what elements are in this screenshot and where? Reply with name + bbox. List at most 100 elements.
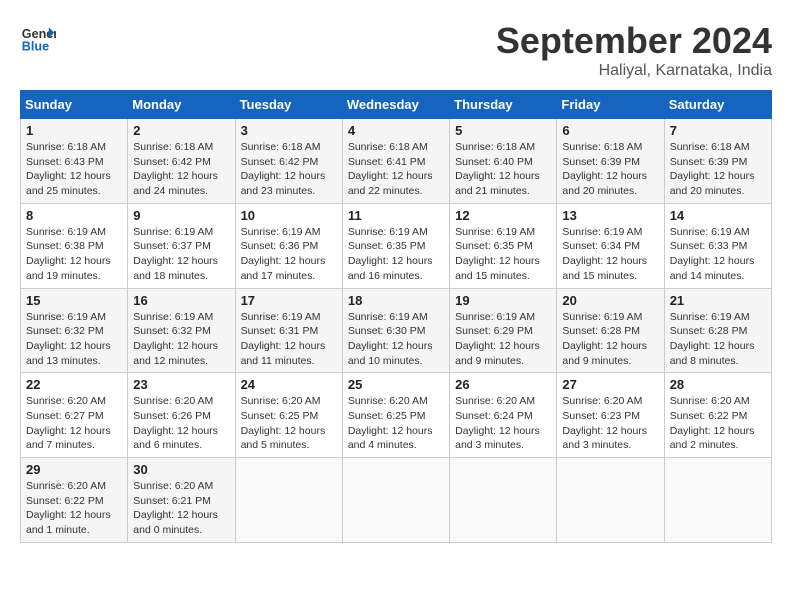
day-number: 3 — [241, 123, 337, 138]
day-number: 27 — [562, 377, 658, 392]
calendar-day-cell: 2 Sunrise: 6:18 AM Sunset: 6:42 PM Daylig… — [128, 119, 235, 204]
day-info: Sunrise: 6:19 AM Sunset: 6:37 PM Dayligh… — [133, 225, 229, 284]
day-info: Sunrise: 6:20 AM Sunset: 6:21 PM Dayligh… — [133, 479, 229, 538]
calendar-day-cell: 12Sunrise: 6:19 AM Sunset: 6:35 PM Dayli… — [450, 203, 557, 288]
calendar-day-cell: 11 Sunrise: 6:19 AM Sunset: 6:35 PM Dayli… — [342, 203, 449, 288]
calendar-day-cell — [664, 458, 771, 543]
day-info: Sunrise: 6:18 AM Sunset: 6:39 PM Dayligh… — [670, 140, 766, 199]
day-number: 21 — [670, 293, 766, 308]
day-info: Sunrise: 6:20 AM Sunset: 6:25 PM Dayligh… — [348, 394, 444, 453]
calendar-day-cell: 27Sunrise: 6:20 AM Sunset: 6:23 PM Dayli… — [557, 373, 664, 458]
day-number: 19 — [455, 293, 551, 308]
calendar-day-cell: 22 Sunrise: 6:20 AM Sunset: 6:27 PM Dayli… — [21, 373, 128, 458]
day-number: 11 — [348, 208, 444, 223]
day-number: 2 — [133, 123, 229, 138]
day-info: Sunrise: 6:20 AM Sunset: 6:24 PM Dayligh… — [455, 394, 551, 453]
day-number: 5 — [455, 123, 551, 138]
day-info: Sunrise: 6:20 AM Sunset: 6:27 PM Dayligh… — [26, 394, 122, 453]
calendar-day-cell: 8Sunrise: 6:19 AM Sunset: 6:38 PM Daylig… — [21, 203, 128, 288]
month-title: September 2024 — [496, 20, 772, 62]
day-number: 28 — [670, 377, 766, 392]
day-info: Sunrise: 6:19 AM Sunset: 6:31 PM Dayligh… — [241, 310, 337, 369]
day-info: Sunrise: 6:19 AM Sunset: 6:29 PM Dayligh… — [455, 310, 551, 369]
calendar-day-cell: 19 Sunrise: 6:19 AM Sunset: 6:29 PM Dayli… — [450, 288, 557, 373]
weekday-header-cell: Wednesday — [342, 91, 449, 119]
calendar-week-row: 22 Sunrise: 6:20 AM Sunset: 6:27 PM Dayli… — [21, 373, 772, 458]
day-number: 22 — [26, 377, 122, 392]
day-number: 24 — [241, 377, 337, 392]
calendar-day-cell: 5Sunrise: 6:18 AM Sunset: 6:40 PM Daylig… — [450, 119, 557, 204]
title-block: September 2024 Haliyal, Karnataka, India — [496, 20, 772, 80]
weekday-header-cell: Sunday — [21, 91, 128, 119]
day-number: 7 — [670, 123, 766, 138]
calendar-day-cell — [342, 458, 449, 543]
day-number: 6 — [562, 123, 658, 138]
day-info: Sunrise: 6:19 AM Sunset: 6:38 PM Dayligh… — [26, 225, 122, 284]
day-info: Sunrise: 6:18 AM Sunset: 6:42 PM Dayligh… — [241, 140, 337, 199]
day-info: Sunrise: 6:18 AM Sunset: 6:42 PM Dayligh… — [133, 140, 229, 199]
day-number: 13 — [562, 208, 658, 223]
calendar-week-row: 29 Sunrise: 6:20 AM Sunset: 6:22 PM Dayli… — [21, 458, 772, 543]
day-number: 9 — [133, 208, 229, 223]
day-info: Sunrise: 6:19 AM Sunset: 6:33 PM Dayligh… — [670, 225, 766, 284]
logo: General Blue — [20, 20, 56, 56]
calendar-day-cell: 3 Sunrise: 6:18 AM Sunset: 6:42 PM Daylig… — [235, 119, 342, 204]
weekday-header-row: SundayMondayTuesdayWednesdayThursdayFrid… — [21, 91, 772, 119]
day-info: Sunrise: 6:19 AM Sunset: 6:36 PM Dayligh… — [241, 225, 337, 284]
day-info: Sunrise: 6:18 AM Sunset: 6:39 PM Dayligh… — [562, 140, 658, 199]
calendar-day-cell: 28 Sunrise: 6:20 AM Sunset: 6:22 PM Dayli… — [664, 373, 771, 458]
day-info: Sunrise: 6:20 AM Sunset: 6:26 PM Dayligh… — [133, 394, 229, 453]
weekday-header-cell: Tuesday — [235, 91, 342, 119]
weekday-header-cell: Saturday — [664, 91, 771, 119]
calendar-day-cell: 10 Sunrise: 6:19 AM Sunset: 6:36 PM Dayli… — [235, 203, 342, 288]
day-info: Sunrise: 6:18 AM Sunset: 6:41 PM Dayligh… — [348, 140, 444, 199]
day-number: 4 — [348, 123, 444, 138]
calendar-day-cell: 16Sunrise: 6:19 AM Sunset: 6:32 PM Dayli… — [128, 288, 235, 373]
calendar-day-cell — [450, 458, 557, 543]
day-number: 10 — [241, 208, 337, 223]
day-number: 14 — [670, 208, 766, 223]
day-number: 12 — [455, 208, 551, 223]
day-number: 18 — [348, 293, 444, 308]
day-info: Sunrise: 6:19 AM Sunset: 6:34 PM Dayligh… — [562, 225, 658, 284]
page-header: General Blue September 2024 Haliyal, Kar… — [20, 20, 772, 80]
day-number: 29 — [26, 462, 122, 477]
day-info: Sunrise: 6:20 AM Sunset: 6:22 PM Dayligh… — [670, 394, 766, 453]
calendar-day-cell: 30Sunrise: 6:20 AM Sunset: 6:21 PM Dayli… — [128, 458, 235, 543]
day-info: Sunrise: 6:20 AM Sunset: 6:25 PM Dayligh… — [241, 394, 337, 453]
location-subtitle: Haliyal, Karnataka, India — [496, 62, 772, 80]
calendar-day-cell: 24 Sunrise: 6:20 AM Sunset: 6:25 PM Dayli… — [235, 373, 342, 458]
calendar-day-cell: 29 Sunrise: 6:20 AM Sunset: 6:22 PM Dayli… — [21, 458, 128, 543]
calendar-day-cell: 14 Sunrise: 6:19 AM Sunset: 6:33 PM Dayli… — [664, 203, 771, 288]
calendar-day-cell: 25 Sunrise: 6:20 AM Sunset: 6:25 PM Dayli… — [342, 373, 449, 458]
calendar-body: 1Sunrise: 6:18 AM Sunset: 6:43 PM Daylig… — [21, 119, 772, 543]
day-info: Sunrise: 6:19 AM Sunset: 6:35 PM Dayligh… — [348, 225, 444, 284]
calendar-day-cell: 4 Sunrise: 6:18 AM Sunset: 6:41 PM Daylig… — [342, 119, 449, 204]
day-info: Sunrise: 6:19 AM Sunset: 6:30 PM Dayligh… — [348, 310, 444, 369]
day-number: 1 — [26, 123, 122, 138]
calendar-day-cell: 9 Sunrise: 6:19 AM Sunset: 6:37 PM Daylig… — [128, 203, 235, 288]
day-info: Sunrise: 6:19 AM Sunset: 6:28 PM Dayligh… — [562, 310, 658, 369]
calendar-day-cell: 26Sunrise: 6:20 AM Sunset: 6:24 PM Dayli… — [450, 373, 557, 458]
weekday-header-cell: Friday — [557, 91, 664, 119]
day-info: Sunrise: 6:19 AM Sunset: 6:32 PM Dayligh… — [26, 310, 122, 369]
day-number: 23 — [133, 377, 229, 392]
calendar-day-cell: 7 Sunrise: 6:18 AM Sunset: 6:39 PM Daylig… — [664, 119, 771, 204]
day-number: 25 — [348, 377, 444, 392]
calendar-day-cell: 20 Sunrise: 6:19 AM Sunset: 6:28 PM Dayli… — [557, 288, 664, 373]
weekday-header-cell: Monday — [128, 91, 235, 119]
calendar-day-cell: 1Sunrise: 6:18 AM Sunset: 6:43 PM Daylig… — [21, 119, 128, 204]
day-info: Sunrise: 6:19 AM Sunset: 6:32 PM Dayligh… — [133, 310, 229, 369]
calendar-day-cell — [557, 458, 664, 543]
day-info: Sunrise: 6:20 AM Sunset: 6:22 PM Dayligh… — [26, 479, 122, 538]
calendar-day-cell: 23 Sunrise: 6:20 AM Sunset: 6:26 PM Dayli… — [128, 373, 235, 458]
day-number: 17 — [241, 293, 337, 308]
calendar-day-cell: 21 Sunrise: 6:19 AM Sunset: 6:28 PM Dayli… — [664, 288, 771, 373]
day-info: Sunrise: 6:19 AM Sunset: 6:28 PM Dayligh… — [670, 310, 766, 369]
logo-icon: General Blue — [20, 20, 56, 56]
calendar-day-cell — [235, 458, 342, 543]
calendar-day-cell: 6 Sunrise: 6:18 AM Sunset: 6:39 PM Daylig… — [557, 119, 664, 204]
calendar-week-row: 8Sunrise: 6:19 AM Sunset: 6:38 PM Daylig… — [21, 203, 772, 288]
calendar-week-row: 15Sunrise: 6:19 AM Sunset: 6:32 PM Dayli… — [21, 288, 772, 373]
day-number: 20 — [562, 293, 658, 308]
